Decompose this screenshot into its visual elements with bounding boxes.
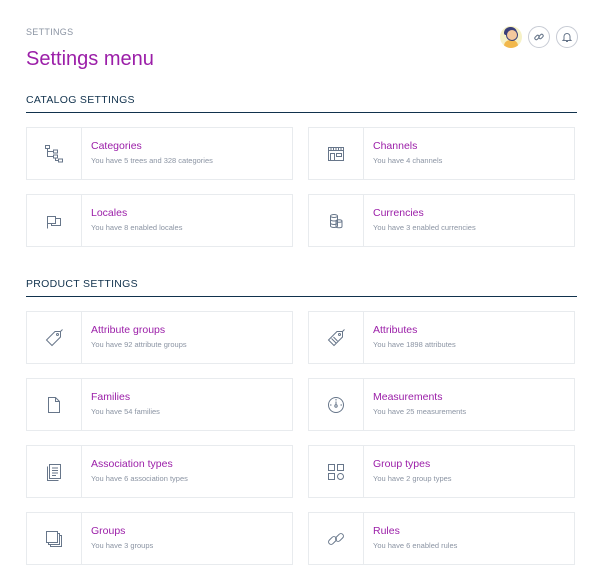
tile-description: You have 3 groups bbox=[91, 541, 154, 550]
tile-channels[interactable]: Channels You have 4 channels bbox=[308, 127, 575, 180]
tile-description: You have 3 enabled currencies bbox=[373, 223, 476, 232]
stacked-squares-icon bbox=[27, 513, 82, 564]
tile-label: Rules bbox=[373, 525, 400, 537]
tile-description: You have 5 trees and 328 categories bbox=[91, 156, 213, 165]
tile-label: Locales bbox=[91, 207, 128, 219]
tile-label: Attribute groups bbox=[91, 324, 166, 336]
tile-description: You have 25 measurements bbox=[373, 407, 467, 416]
tile-locales[interactable]: Locales You have 8 enabled locales bbox=[26, 194, 293, 247]
tile-description: You have 6 enabled rules bbox=[373, 541, 458, 550]
breadcrumb[interactable]: SETTINGS bbox=[26, 27, 73, 37]
stacked-documents-icon bbox=[27, 446, 82, 497]
tag-icon bbox=[27, 312, 82, 363]
shop-icon bbox=[309, 128, 364, 179]
tile-rules[interactable]: Rules You have 6 enabled rules bbox=[308, 512, 575, 565]
tile-attributes[interactable]: Attributes You have 1898 attributes bbox=[308, 311, 575, 364]
tile-description: You have 4 channels bbox=[373, 156, 443, 165]
tile-label: Measurements bbox=[373, 391, 443, 403]
tile-label: Attributes bbox=[373, 324, 418, 336]
tile-groups[interactable]: Groups You have 3 groups bbox=[26, 512, 293, 565]
section-divider bbox=[26, 112, 577, 113]
tile-description: You have 1898 attributes bbox=[373, 340, 456, 349]
tile-label: Categories bbox=[91, 140, 142, 152]
tile-association-types[interactable]: Association types You have 6 association… bbox=[26, 445, 293, 498]
user-avatar[interactable] bbox=[500, 26, 522, 48]
tile-families[interactable]: Families You have 54 families bbox=[26, 378, 293, 431]
link-icon bbox=[533, 31, 545, 43]
tile-label: Families bbox=[91, 391, 131, 403]
flag-icon bbox=[27, 195, 82, 246]
link-icon bbox=[309, 513, 364, 564]
shapes-icon bbox=[309, 446, 364, 497]
tile-categories[interactable]: Categories You have 5 trees and 328 cate… bbox=[26, 127, 293, 180]
tile-label: Group types bbox=[373, 458, 431, 470]
coins-icon bbox=[309, 195, 364, 246]
bell-icon bbox=[561, 31, 573, 43]
tile-label: Association types bbox=[91, 458, 173, 470]
category-tree-icon bbox=[27, 128, 82, 179]
page-title: Settings menu bbox=[26, 48, 154, 70]
tile-description: You have 92 attribute groups bbox=[91, 340, 187, 349]
tile-description: You have 8 enabled locales bbox=[91, 223, 183, 232]
tile-currencies[interactable]: Currencies You have 3 enabled currencies bbox=[308, 194, 575, 247]
section-divider bbox=[26, 296, 577, 297]
help-button[interactable] bbox=[528, 26, 550, 48]
header-actions bbox=[500, 26, 578, 48]
tile-label: Groups bbox=[91, 525, 126, 537]
tags-icon bbox=[309, 312, 364, 363]
document-icon bbox=[27, 379, 82, 430]
section-title-catalog: CATALOG SETTINGS bbox=[26, 94, 135, 106]
tile-attribute-groups[interactable]: Attribute groups You have 92 attribute g… bbox=[26, 311, 293, 364]
tile-description: You have 2 group types bbox=[373, 474, 452, 483]
tile-group-types[interactable]: Group types You have 2 group types bbox=[308, 445, 575, 498]
tile-label: Channels bbox=[373, 140, 418, 152]
tile-description: You have 6 association types bbox=[91, 474, 188, 483]
tile-label: Currencies bbox=[373, 207, 424, 219]
tile-measurements[interactable]: Measurements You have 25 measurements bbox=[308, 378, 575, 431]
section-title-product: PRODUCT SETTINGS bbox=[26, 278, 138, 290]
notifications-button[interactable] bbox=[556, 26, 578, 48]
tile-description: You have 54 families bbox=[91, 407, 160, 416]
gauge-icon bbox=[309, 379, 364, 430]
